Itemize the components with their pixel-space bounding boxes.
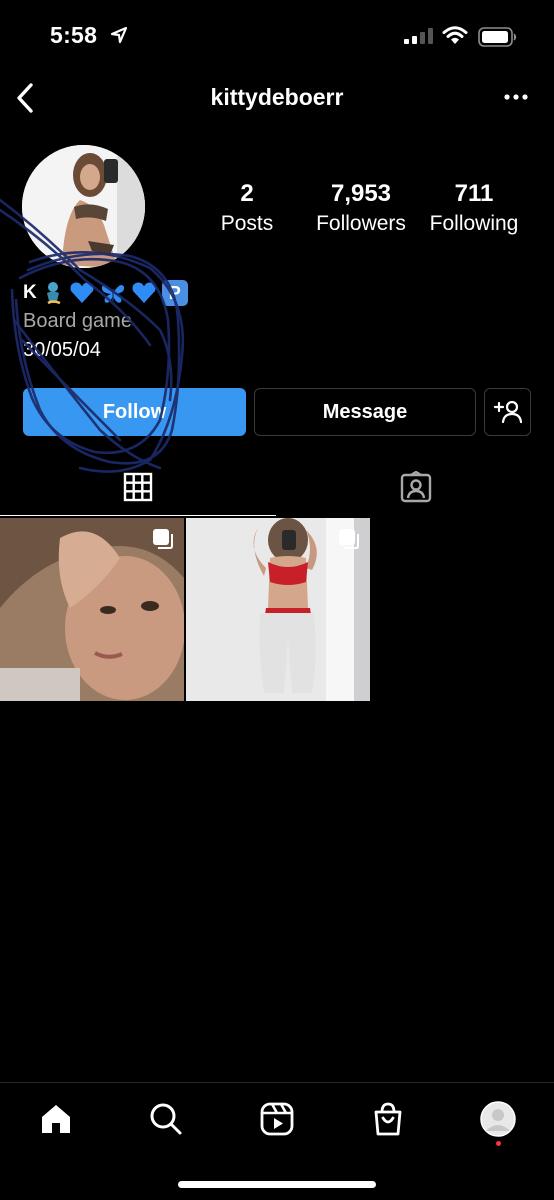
message-button[interactable]: Message — [254, 388, 476, 436]
bio-category: Board game — [23, 310, 132, 332]
posts-count: 2 Posts — [207, 180, 287, 236]
notification-dot — [496, 1141, 501, 1146]
profile-avatar-icon — [480, 1101, 516, 1137]
bio-date-text: 30/05/04 — [23, 339, 101, 361]
multiple-photos-icon — [339, 529, 359, 549]
shop-icon — [374, 1102, 402, 1136]
cellular-signal-icon — [404, 28, 433, 44]
profile-header: kittydeboerr — [0, 72, 554, 128]
following-count[interactable]: 711 Following — [422, 180, 526, 236]
blue-heart-emoji-icon — [131, 281, 157, 305]
tagged-icon — [400, 471, 432, 503]
profile-avatar[interactable] — [22, 145, 145, 268]
wifi-icon — [442, 26, 468, 44]
status-time: 5:58 — [50, 22, 98, 48]
posts-count-label: Posts — [220, 212, 274, 235]
following-count-label: Following — [429, 212, 519, 235]
suggested-users-button[interactable] — [484, 388, 531, 436]
grid-icon — [123, 472, 153, 501]
location-arrow-icon — [110, 26, 128, 44]
profile-username: kittydeboerr — [210, 84, 344, 110]
add-user-icon — [493, 400, 522, 424]
avatar-photo — [22, 145, 145, 268]
genie-emoji-icon — [42, 281, 64, 305]
status-bar: 5:58 — [0, 0, 554, 72]
butterfly-emoji-icon — [100, 281, 126, 305]
followers-count-label: Followers — [316, 212, 406, 235]
home-icon — [42, 1105, 70, 1133]
follow-button[interactable]: Follow — [23, 388, 246, 436]
more-options-button[interactable] — [496, 80, 536, 114]
tab-posts-grid[interactable] — [0, 458, 276, 516]
nav-reels[interactable] — [249, 1097, 305, 1141]
bio-initial: K — [23, 282, 37, 303]
search-icon — [150, 1103, 182, 1135]
battery-icon — [478, 27, 517, 47]
bio-display-name: K P — [23, 280, 188, 306]
home-indicator — [178, 1181, 376, 1188]
following-count-value: 711 — [454, 180, 494, 207]
multiple-photos-icon — [153, 529, 173, 549]
followers-count[interactable]: 7,953 Followers — [305, 180, 417, 236]
posts-count-value: 2 — [240, 180, 254, 207]
tab-tagged[interactable] — [278, 458, 554, 516]
nav-shop[interactable] — [360, 1097, 416, 1141]
nav-profile[interactable] — [470, 1097, 526, 1141]
followers-count-value: 7,953 — [330, 180, 392, 207]
reels-icon — [260, 1102, 294, 1136]
post-thumbnail[interactable] — [0, 518, 184, 701]
parking-badge-icon: P — [161, 280, 188, 306]
ellipsis-icon — [504, 94, 528, 100]
post-thumbnail[interactable] — [186, 518, 370, 701]
nav-home[interactable] — [28, 1097, 84, 1141]
nav-search[interactable] — [138, 1097, 194, 1141]
blue-heart-emoji-icon — [69, 281, 95, 305]
